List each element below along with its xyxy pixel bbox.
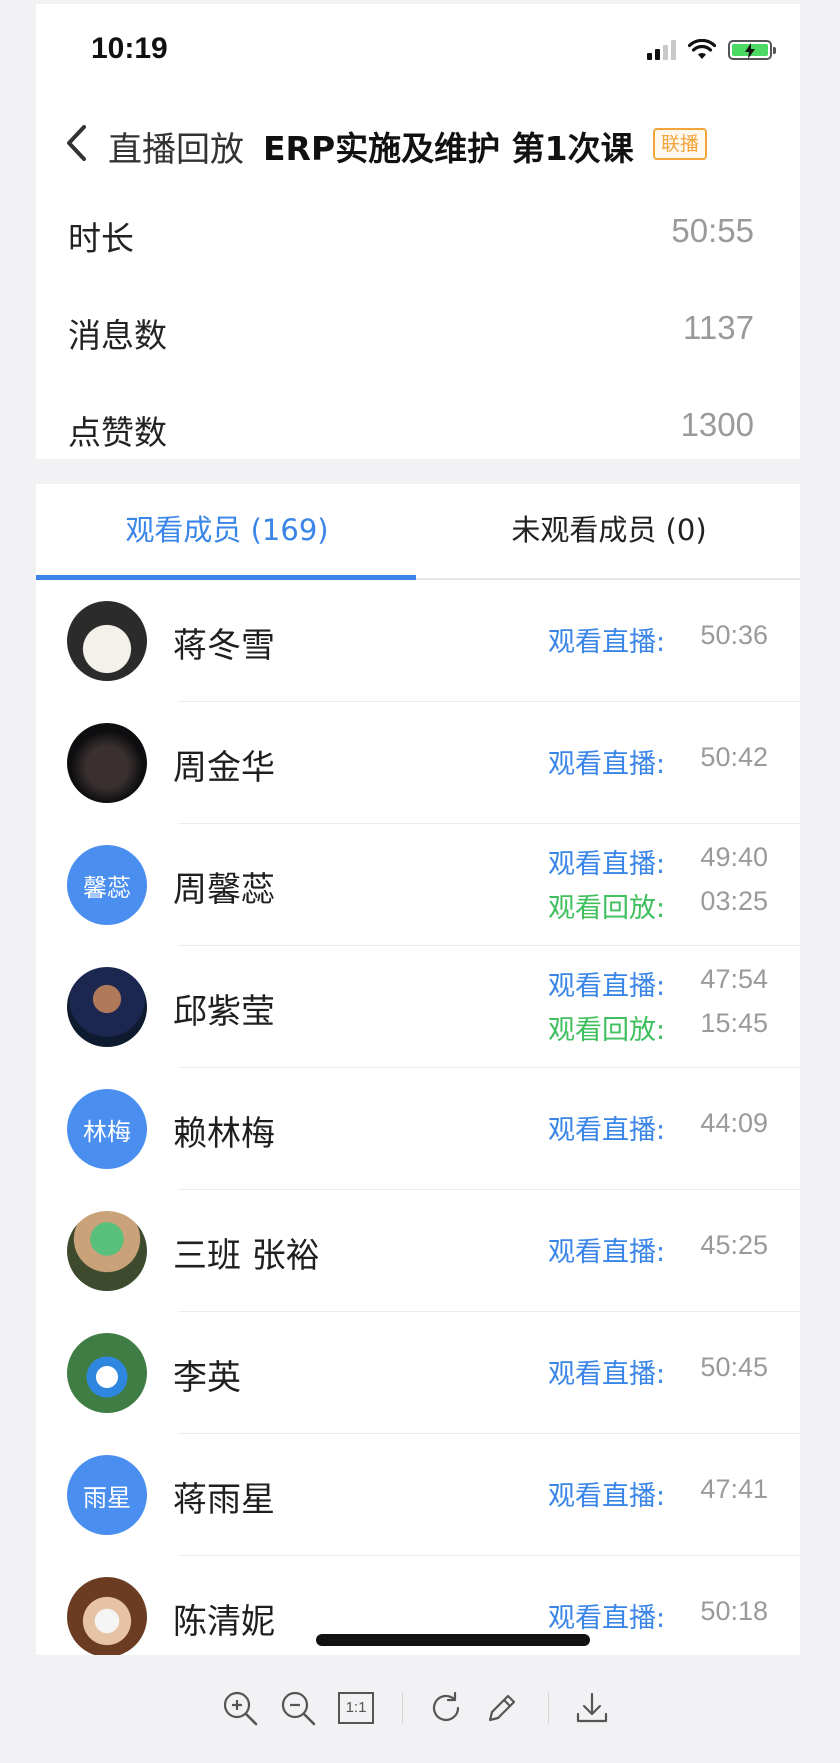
live-time: 47:54 (700, 964, 768, 994)
live-watch-time: 观看直播: 47:41 (548, 1474, 768, 1514)
zoom-out-icon[interactable] (278, 1686, 318, 1730)
avatar (67, 601, 147, 681)
stat-label: 时长 (68, 219, 134, 258)
rotate-icon[interactable] (426, 1686, 466, 1730)
list-item[interactable]: 李英 观看直播: 50:45 (36, 1312, 800, 1434)
member-name: 陈清妮 (173, 1602, 275, 1642)
live-label: 观看直播: (548, 849, 666, 880)
live-watch-time: 观看直播: 50:42 (548, 742, 768, 782)
avatar (67, 1577, 147, 1655)
wifi-icon (688, 39, 716, 59)
live-label: 观看直播: (548, 971, 666, 1002)
list-item[interactable]: 邱紫莹 观看直播: 47:54 观看回放: 15:45 (36, 946, 800, 1068)
avatar (67, 1333, 147, 1413)
live-label: 观看直播: (548, 1481, 666, 1512)
nav-bar: 直播回放 ERP实施及维护 第1次课 联播 (36, 112, 800, 172)
actual-size-label: 1:1 (338, 1692, 374, 1724)
status-bar: 10:19 (36, 4, 800, 96)
live-watch-time: 观看直播: 45:25 (548, 1230, 768, 1270)
replay-time: 15:45 (700, 1008, 768, 1038)
stat-label: 消息数 (68, 316, 167, 355)
replay-time: 03:25 (700, 886, 768, 916)
live-label: 观看直播: (548, 1237, 666, 1268)
image-viewer-toolbar: 1:1 (220, 1686, 620, 1730)
replay-watch-time: 观看回放: 03:25 (548, 886, 768, 926)
member-name: 李英 (173, 1358, 241, 1398)
member-name: 蒋雨星 (173, 1480, 275, 1520)
live-watch-time: 观看直播: 47:54 (548, 964, 768, 1004)
stat-value: 50:55 (671, 212, 754, 249)
signal-icon (647, 40, 676, 60)
live-watch-time: 观看直播: 50:36 (548, 620, 768, 660)
page-title: ERP实施及维护 第1次课 (263, 129, 634, 168)
list-item[interactable]: 林梅 赖林梅 观看直播: 44:09 (36, 1068, 800, 1190)
live-watch-time: 观看直播: 50:18 (548, 1596, 768, 1636)
list-item[interactable]: 三班 张裕 观看直播: 45:25 (36, 1190, 800, 1312)
status-icons (647, 38, 776, 62)
replay-watch-time: 观看回放: 15:45 (548, 1008, 768, 1048)
download-icon[interactable] (572, 1686, 612, 1730)
member-name: 周金华 (173, 748, 275, 788)
live-time: 45:25 (700, 1230, 768, 1260)
avatar: 雨星 (67, 1455, 147, 1535)
stat-row-messages: 消息数 1137 (36, 289, 800, 369)
edit-icon[interactable] (482, 1686, 522, 1730)
live-time: 50:42 (700, 742, 768, 772)
live-label: 观看直播: (548, 749, 666, 780)
status-time: 10:19 (91, 32, 168, 65)
toolbar-divider (548, 1692, 549, 1724)
zoom-in-icon[interactable] (220, 1686, 260, 1730)
stat-row-duration: 时长 50:55 (36, 192, 800, 272)
live-time: 50:36 (700, 620, 768, 650)
member-list: 蒋冬雪 观看直播: 50:36 周金华 观看直播: 50:42 馨蕊 周馨蕊 观… (36, 580, 800, 1655)
live-watch-time: 观看直播: 44:09 (548, 1108, 768, 1148)
list-item[interactable]: 周金华 观看直播: 50:42 (36, 702, 800, 824)
member-name: 三班 张裕 (173, 1236, 320, 1276)
live-time: 49:40 (700, 842, 768, 872)
list-item[interactable]: 馨蕊 周馨蕊 观看直播: 49:40 观看回放: 03:25 (36, 824, 800, 946)
battery-icon (728, 40, 776, 60)
back-chevron-icon[interactable] (64, 124, 90, 162)
members-card: 观看成员 (169) 未观看成员 (0) 蒋冬雪 观看直播: 50:36 周金华… (36, 484, 800, 1655)
replay-label: 观看回放: (548, 893, 666, 924)
home-indicator[interactable] (316, 1634, 590, 1646)
avatar (67, 1211, 147, 1291)
member-tabs: 观看成员 (169) 未观看成员 (0) (36, 484, 800, 580)
live-watch-time: 观看直播: 50:45 (548, 1352, 768, 1392)
live-time: 47:41 (700, 1474, 768, 1504)
list-item[interactable]: 蒋冬雪 观看直播: 50:36 (36, 580, 800, 702)
list-item[interactable]: 雨星 蒋雨星 观看直播: 47:41 (36, 1434, 800, 1556)
tab-watched-members[interactable]: 观看成员 (169) (36, 484, 418, 580)
phone-screen: 10:19 直播回放 ERP实施及维护 第1次课 联播 时长 50:55 消息数… (36, 4, 800, 1655)
back-button-label[interactable]: 直播回放 (108, 122, 244, 171)
actual-size-icon[interactable]: 1:1 (336, 1686, 376, 1730)
member-name: 蒋冬雪 (173, 626, 275, 666)
member-name: 周馨蕊 (173, 870, 275, 910)
stat-label: 点赞数 (68, 413, 167, 452)
live-time: 50:45 (700, 1352, 768, 1382)
header-card: 10:19 直播回放 ERP实施及维护 第1次课 联播 时长 50:55 消息数… (36, 4, 800, 459)
avatar: 林梅 (67, 1089, 147, 1169)
avatar (67, 723, 147, 803)
live-label: 观看直播: (548, 1603, 666, 1634)
stat-value: 1137 (683, 309, 754, 346)
member-name: 邱紫莹 (173, 992, 275, 1032)
live-watch-time: 观看直播: 49:40 (548, 842, 768, 882)
avatar (67, 967, 147, 1047)
stat-row-likes: 点赞数 1300 (36, 386, 800, 466)
live-time: 44:09 (700, 1108, 768, 1138)
live-label: 观看直播: (548, 1115, 666, 1146)
live-time: 50:18 (700, 1596, 768, 1626)
replay-label: 观看回放: (548, 1015, 666, 1046)
tab-unwatched-members[interactable]: 未观看成员 (0) (418, 484, 800, 580)
avatar: 馨蕊 (67, 845, 147, 925)
live-label: 观看直播: (548, 627, 666, 658)
live-label: 观看直播: (548, 1359, 666, 1390)
stat-value: 1300 (680, 406, 754, 443)
live-badge: 联播 (653, 128, 707, 160)
toolbar-divider (402, 1692, 403, 1724)
member-name: 赖林梅 (173, 1114, 275, 1154)
